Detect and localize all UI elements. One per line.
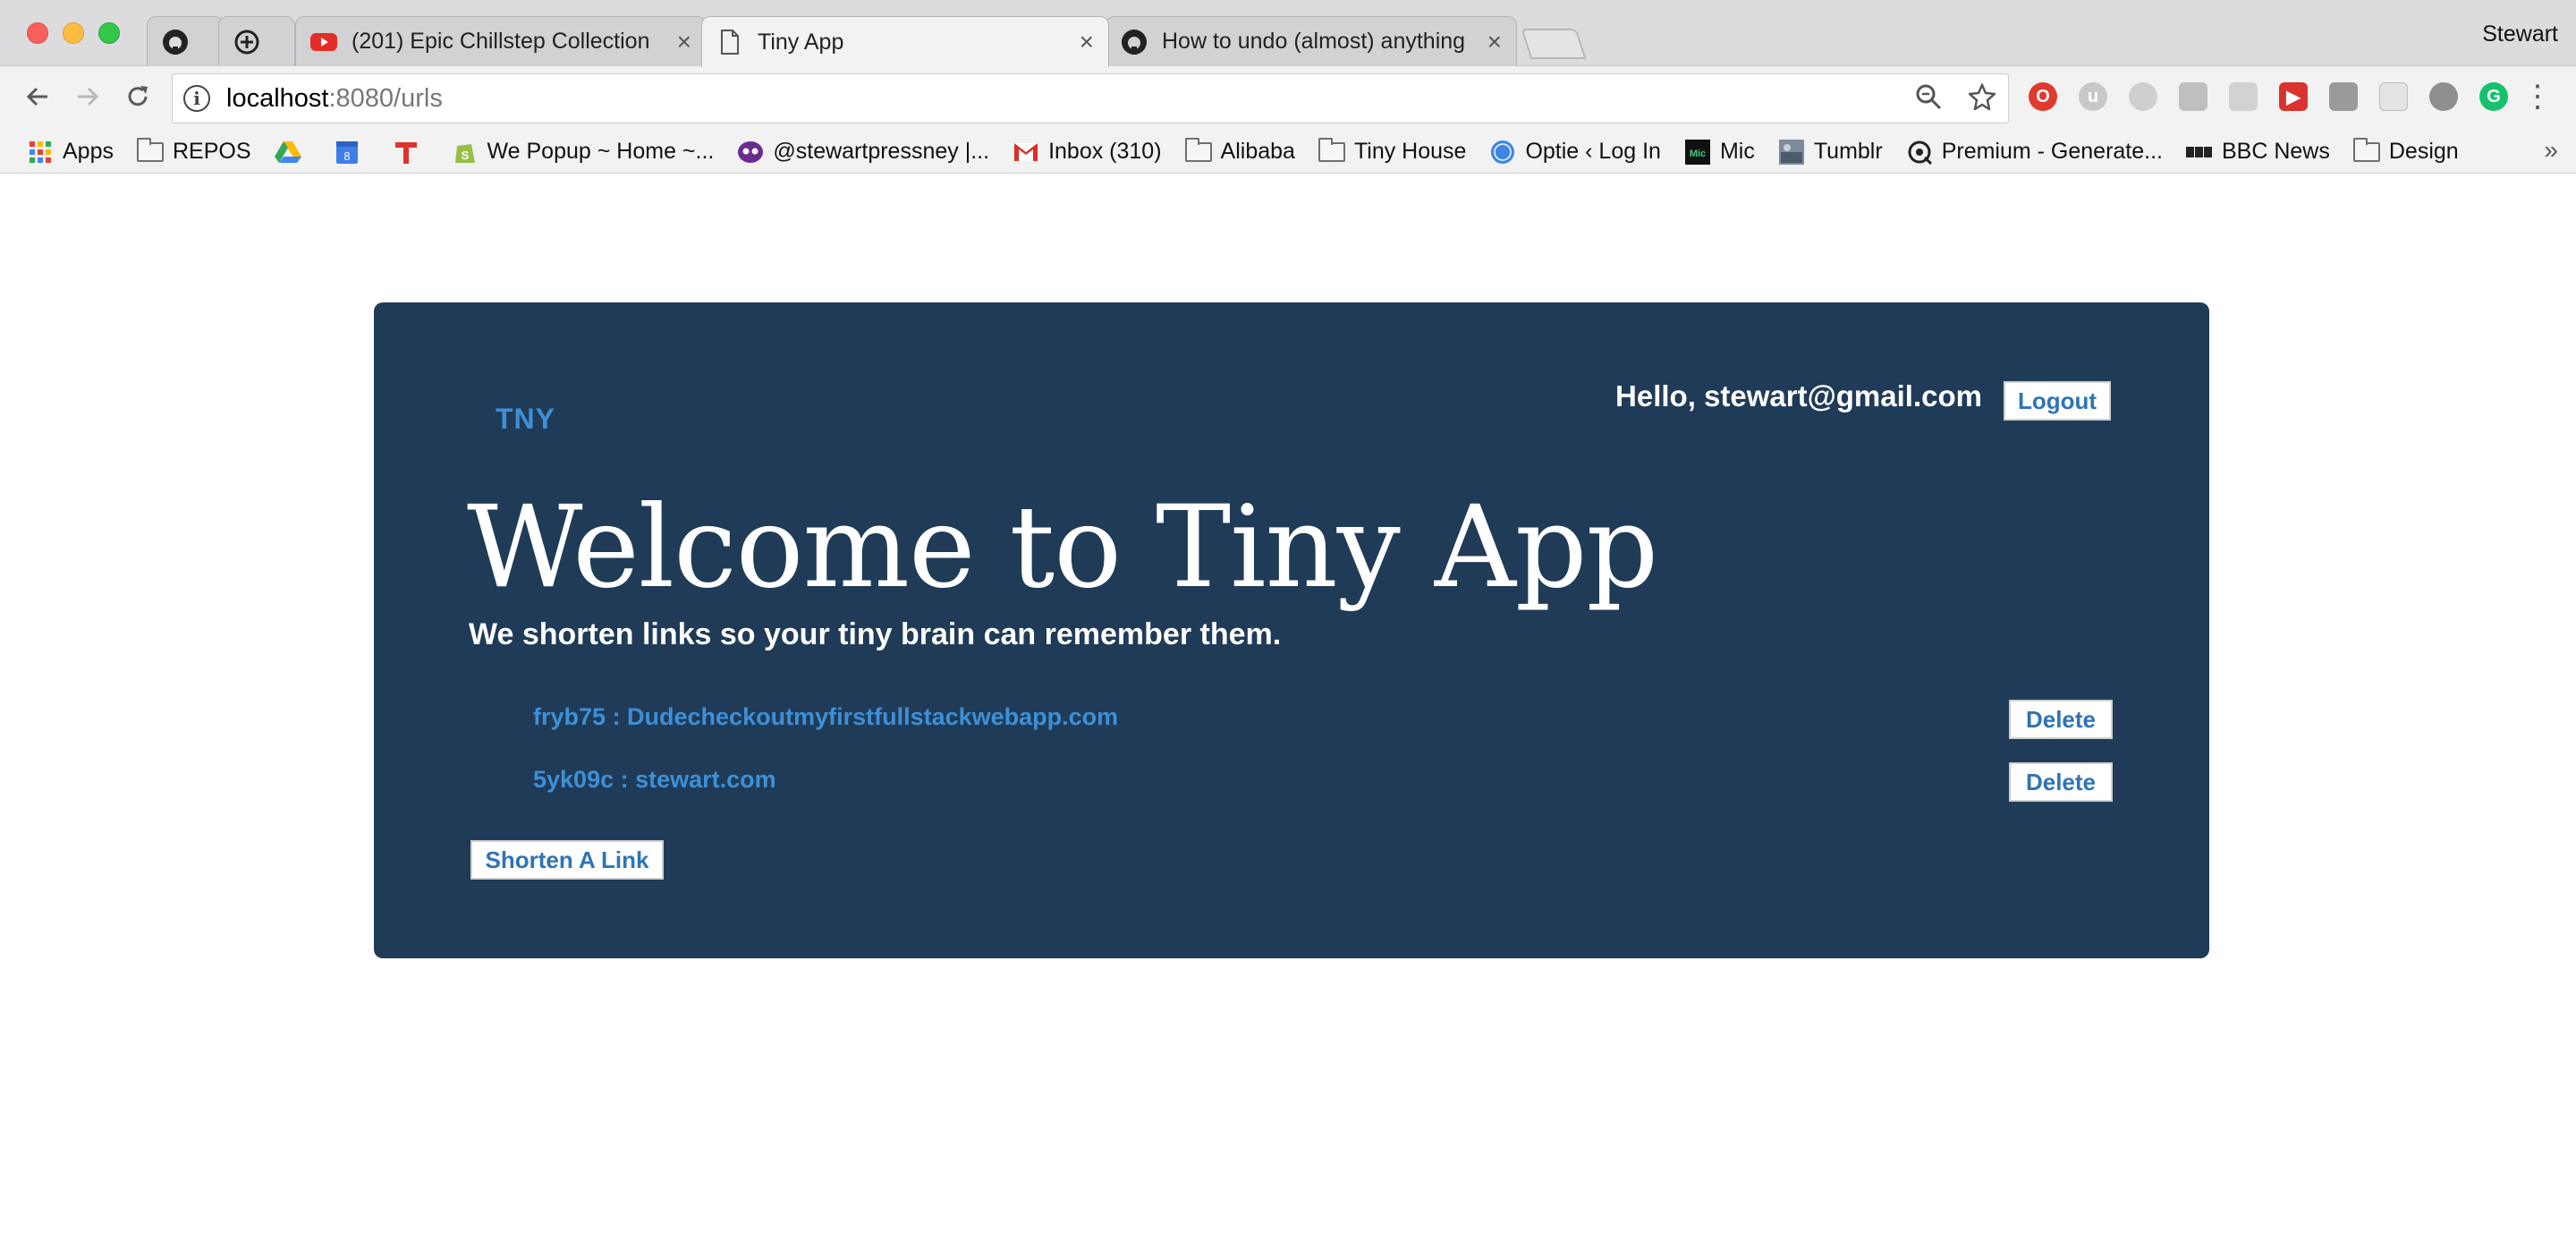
bookmark-t[interactable] [393,140,428,164]
profile-name[interactable]: Stewart [2482,21,2558,47]
gmail-icon [1013,140,1039,164]
svg-text:8: 8 [343,149,350,163]
bookmark-stewartpressney[interactable]: @stewartpressney |... [737,139,989,165]
bookmark-optie[interactable]: Optie ‹ Log In [1489,139,1661,165]
tumblr-icon [1778,139,1805,165]
close-icon[interactable]: × [677,28,691,56]
bookmark-tiny-house[interactable]: Tiny House [1318,137,1466,165]
delete-button[interactable]: Delete [2009,762,2113,802]
bookmark-calendar[interactable]: 8 [334,140,369,164]
github-icon [162,29,189,55]
back-button[interactable] [18,77,57,116]
page-content: TNY Hello, stewart@gmail.com Logout Welc… [0,174,2576,1233]
jumbotron: TNY Hello, stewart@gmail.com Logout Welc… [374,302,2209,958]
apps-grid-icon [27,140,54,164]
url-host: localhost [226,83,329,113]
bookmarks-bar: Apps REPOS 8 S We Popup ~ Home ~... @ste… [0,131,2576,174]
bookmark-bbc-news[interactable]: BBC News [2186,139,2330,165]
reload-button[interactable] [118,77,157,116]
puzzle-icon[interactable] [2229,82,2258,111]
bookmark-repos[interactable]: REPOS [136,137,251,165]
youtube-icon [310,29,337,55]
bookmark-mic[interactable]: Mic Mic [1684,139,1755,165]
chevron-right-double-icon[interactable]: » [2544,136,2558,165]
window-ext-icon[interactable] [2379,82,2408,111]
bookmark-alibaba[interactable]: Alibaba [1184,137,1295,165]
wordpress-icon [1489,140,1516,164]
plus-circle-icon [233,29,260,55]
browser-titlebar: (201) Epic Chillstep Collection × Tiny A… [0,0,2576,67]
tab-github-undo[interactable]: How to undo (almost) anything × [1106,16,1517,66]
browser-toolbar: i localhost:8080/urls O u ▶ G ⋮ [0,66,2576,131]
play-ext-icon[interactable]: ▶ [2279,82,2308,111]
opera-icon[interactable]: O [2029,82,2057,111]
folder-icon [1318,137,1345,164]
tab-tiny-app[interactable]: Tiny App × [701,16,1109,67]
calendar-icon: 8 [334,140,360,164]
bug-icon[interactable] [2429,82,2458,111]
url-link[interactable]: fryb75 : Dudecheckoutmyfirstfullstackweb… [533,703,1118,731]
menu-icon[interactable]: ⋮ [2522,79,2553,115]
bookmark-tumblr[interactable]: Tumblr [1778,139,1883,165]
bookmark-design[interactable]: Design [2352,137,2459,165]
folder-icon [136,137,164,164]
new-tab-button[interactable] [1521,29,1587,59]
bookmark-premium[interactable]: Premium - Generate... [1906,139,2163,165]
tab-youtube[interactable]: (201) Epic Chillstep Collection × [295,16,707,66]
user-greeting: Hello, stewart@gmail.com [1615,379,1982,412]
url-path: :8080/urls [328,83,443,113]
forward-button[interactable] [68,77,107,116]
folder-icon [1184,137,1212,164]
page-subtitle: We shorten links so your tiny brain can … [469,617,1282,651]
page-title: Welcome to Tiny App [467,481,1658,613]
bot-icon [737,140,764,164]
close-icon[interactable]: × [1080,28,1094,56]
bookmark-inbox[interactable]: Inbox (310) [1013,139,1162,165]
page-icon [716,29,743,55]
extensions-area: O u ▶ G [2029,82,2508,111]
logout-button[interactable]: Logout [2004,381,2111,421]
tab-label: (201) Epic Chillstep Collection [352,29,650,54]
folder-icon [2352,137,2380,164]
info-icon[interactable]: i [183,85,210,112]
doc-ext-icon[interactable] [2329,82,2358,111]
maximize-window-button[interactable] [98,22,120,44]
bbc-icon [2186,140,2213,164]
svg-text:Mic: Mic [1690,149,1706,159]
url-link[interactable]: 5yk09c : stewart.com [533,766,776,794]
t-logo-icon [393,140,419,164]
premium-icon [1906,140,1933,165]
shopify-icon: S [452,140,479,164]
ublock-icon[interactable]: u [2079,82,2107,111]
minimize-window-button[interactable] [63,22,84,44]
bookmark-drive[interactable] [274,140,310,164]
shorten-link-button[interactable]: Shorten A Link [470,840,664,880]
address-bar[interactable]: i localhost:8080/urls [172,73,2009,123]
brand-logo[interactable]: TNY [496,403,555,436]
close-window-button[interactable] [27,22,48,44]
bookmark-star-icon[interactable] [1967,81,1997,117]
github-icon [1121,29,1148,55]
grammarly-icon[interactable]: G [2479,82,2508,111]
tab-label: Tiny App [758,29,844,55]
google-drive-icon [274,140,301,164]
svg-text:S: S [461,149,469,162]
tab-label: How to undo (almost) anything [1162,29,1466,54]
bookmark-we-popup[interactable]: S We Popup ~ Home ~... [452,139,714,165]
bulb-icon[interactable] [2129,82,2157,111]
tab-new[interactable] [218,16,295,66]
close-icon[interactable]: × [1487,28,1502,56]
drive-ext-icon[interactable] [2179,82,2207,111]
delete-button[interactable]: Delete [2009,700,2113,739]
tab-github[interactable] [147,16,224,66]
zoom-icon[interactable] [1915,83,1942,117]
mic-icon: Mic [1684,139,1711,165]
bookmark-apps[interactable]: Apps [27,139,114,165]
